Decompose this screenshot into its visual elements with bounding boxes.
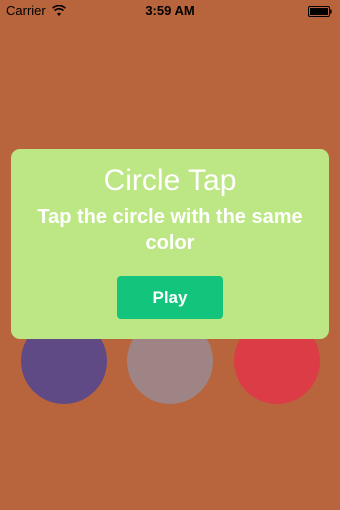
battery-icon [308, 6, 332, 17]
status-bar: Carrier 3:59 AM [0, 0, 340, 22]
game-title: Circle Tap [103, 164, 237, 197]
play-button[interactable]: Play [117, 276, 223, 319]
start-dialog: Circle Tap Tap the circle with the same … [11, 149, 329, 339]
status-time: 3:59 AM [145, 3, 195, 18]
game-instructions: Tap the circle with the same color [37, 206, 303, 254]
